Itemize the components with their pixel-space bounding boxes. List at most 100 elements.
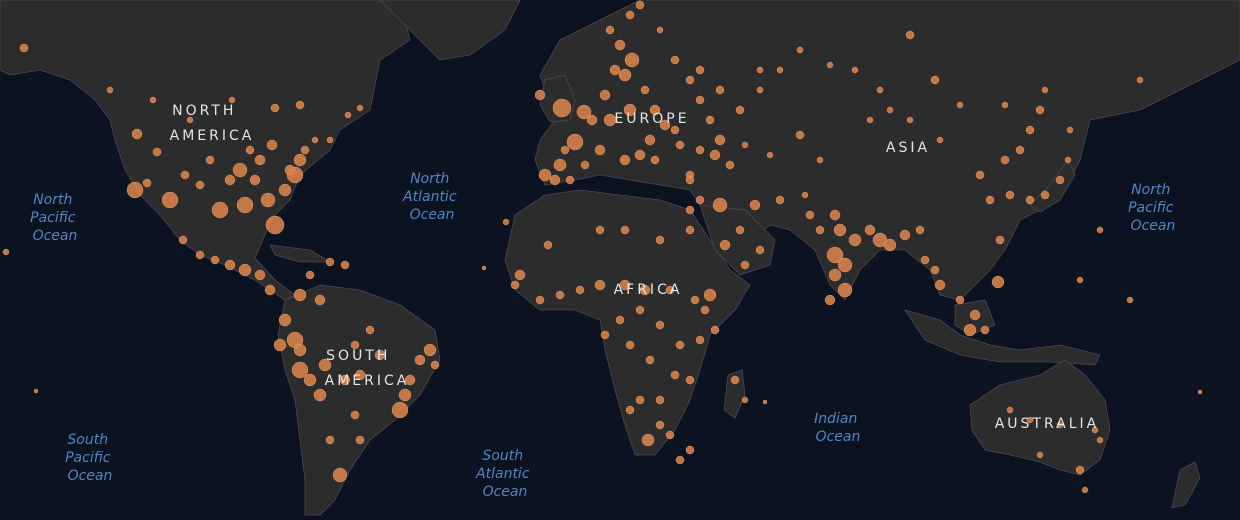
city-marker[interactable] xyxy=(695,335,705,345)
city-marker[interactable] xyxy=(161,191,179,209)
city-marker[interactable] xyxy=(755,245,765,255)
city-marker[interactable] xyxy=(956,101,964,109)
city-marker[interactable] xyxy=(749,199,761,211)
city-marker[interactable] xyxy=(719,239,731,251)
city-marker[interactable] xyxy=(414,354,426,366)
city-marker[interactable] xyxy=(776,66,784,74)
city-marker[interactable] xyxy=(254,269,266,281)
city-marker[interactable] xyxy=(1096,436,1104,444)
city-marker[interactable] xyxy=(829,209,841,221)
city-marker[interactable] xyxy=(665,430,675,440)
city-marker[interactable] xyxy=(340,260,350,270)
city-marker[interactable] xyxy=(314,294,326,306)
city-marker[interactable] xyxy=(828,268,842,282)
city-marker[interactable] xyxy=(178,235,188,245)
city-marker[interactable] xyxy=(930,75,940,85)
city-marker[interactable] xyxy=(502,218,510,226)
city-marker[interactable] xyxy=(980,325,990,335)
city-marker[interactable] xyxy=(624,52,640,68)
city-marker[interactable] xyxy=(356,104,364,112)
city-marker[interactable] xyxy=(265,215,285,235)
city-marker[interactable] xyxy=(876,86,884,94)
city-marker[interactable] xyxy=(391,401,409,419)
city-marker[interactable] xyxy=(131,128,143,140)
city-marker[interactable] xyxy=(543,240,553,250)
city-marker[interactable] xyxy=(152,147,162,157)
city-marker[interactable] xyxy=(350,410,360,420)
city-marker[interactable] xyxy=(126,181,144,199)
city-marker[interactable] xyxy=(549,174,561,186)
city-marker[interactable] xyxy=(300,145,310,155)
city-marker[interactable] xyxy=(619,154,631,166)
city-marker[interactable] xyxy=(685,175,695,185)
city-marker[interactable] xyxy=(756,86,764,94)
city-marker[interactable] xyxy=(236,196,254,214)
city-marker[interactable] xyxy=(580,160,590,170)
city-marker[interactable] xyxy=(514,269,526,281)
city-marker[interactable] xyxy=(2,248,10,256)
city-marker[interactable] xyxy=(600,330,610,340)
city-marker[interactable] xyxy=(1081,486,1089,494)
city-marker[interactable] xyxy=(714,134,726,146)
city-marker[interactable] xyxy=(305,270,315,280)
city-marker[interactable] xyxy=(249,174,261,186)
city-marker[interactable] xyxy=(1096,226,1104,234)
city-marker[interactable] xyxy=(1041,86,1049,94)
city-marker[interactable] xyxy=(645,355,655,365)
city-marker[interactable] xyxy=(1136,76,1144,84)
city-marker[interactable] xyxy=(848,233,862,247)
city-marker[interactable] xyxy=(149,96,157,104)
city-marker[interactable] xyxy=(365,325,375,335)
city-marker[interactable] xyxy=(725,160,735,170)
city-marker[interactable] xyxy=(555,290,565,300)
city-marker[interactable] xyxy=(837,257,853,273)
city-marker[interactable] xyxy=(1025,195,1035,205)
city-marker[interactable] xyxy=(232,162,248,178)
city-marker[interactable] xyxy=(866,116,874,124)
city-marker[interactable] xyxy=(644,134,656,146)
city-marker[interactable] xyxy=(851,66,859,74)
city-marker[interactable] xyxy=(291,361,309,379)
city-marker[interactable] xyxy=(266,139,278,151)
city-marker[interactable] xyxy=(975,170,985,180)
city-marker[interactable] xyxy=(801,191,809,199)
city-marker[interactable] xyxy=(1001,101,1009,109)
city-marker[interactable] xyxy=(1076,276,1084,284)
city-marker[interactable] xyxy=(670,370,680,380)
city-marker[interactable] xyxy=(565,175,575,185)
city-marker[interactable] xyxy=(293,343,307,357)
city-marker[interactable] xyxy=(795,130,805,140)
city-marker[interactable] xyxy=(534,89,546,101)
city-marker[interactable] xyxy=(1006,406,1014,414)
city-marker[interactable] xyxy=(1035,105,1045,115)
city-marker[interactable] xyxy=(560,145,570,155)
city-marker[interactable] xyxy=(210,255,220,265)
city-marker[interactable] xyxy=(634,149,646,161)
city-marker[interactable] xyxy=(594,279,606,291)
city-marker[interactable] xyxy=(618,68,632,82)
city-marker[interactable] xyxy=(620,225,630,235)
city-marker[interactable] xyxy=(19,43,29,53)
city-marker[interactable] xyxy=(816,156,824,164)
city-marker[interactable] xyxy=(670,55,680,65)
city-marker[interactable] xyxy=(332,467,348,483)
city-marker[interactable] xyxy=(224,174,236,186)
city-marker[interactable] xyxy=(313,388,327,402)
city-marker[interactable] xyxy=(899,229,911,241)
city-marker[interactable] xyxy=(905,30,915,40)
city-marker[interactable] xyxy=(675,455,685,465)
city-marker[interactable] xyxy=(985,195,995,205)
city-marker[interactable] xyxy=(1197,389,1203,395)
city-marker[interactable] xyxy=(295,100,305,110)
city-marker[interactable] xyxy=(796,46,804,54)
city-marker[interactable] xyxy=(756,66,764,74)
city-marker[interactable] xyxy=(430,360,440,370)
city-marker[interactable] xyxy=(625,10,635,20)
city-marker[interactable] xyxy=(325,257,335,267)
city-marker[interactable] xyxy=(685,225,695,235)
city-marker[interactable] xyxy=(640,85,650,95)
city-marker[interactable] xyxy=(1036,451,1044,459)
city-marker[interactable] xyxy=(1066,126,1074,134)
city-marker[interactable] xyxy=(675,140,685,150)
city-marker[interactable] xyxy=(1055,175,1065,185)
